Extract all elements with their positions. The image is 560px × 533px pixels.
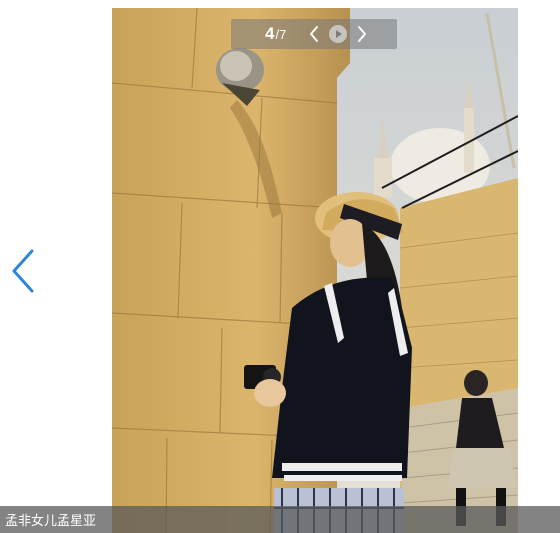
chevron-left-icon <box>310 26 319 42</box>
play-icon <box>329 25 348 43</box>
play-button[interactable] <box>328 24 348 44</box>
photo-image <box>112 8 518 533</box>
total-count: /7 <box>275 27 287 42</box>
photo-viewer: 4 /7 孟非女儿孟星亚 <box>0 0 560 533</box>
toolbar-next-button[interactable] <box>354 24 370 44</box>
chevron-right-icon <box>358 26 367 42</box>
image-counter-bar: 4 /7 <box>231 19 397 49</box>
current-index: 4 <box>265 24 275 43</box>
toolbar-prev-button[interactable] <box>306 24 322 44</box>
gallery-photo[interactable] <box>112 8 518 533</box>
photo-caption: 孟非女儿孟星亚 <box>5 514 97 529</box>
previous-image-button[interactable] <box>8 246 38 296</box>
chevron-left-icon <box>12 249 34 293</box>
image-counter: 4 /7 <box>265 24 286 44</box>
caption-bar: 孟非女儿孟星亚 <box>0 506 560 533</box>
